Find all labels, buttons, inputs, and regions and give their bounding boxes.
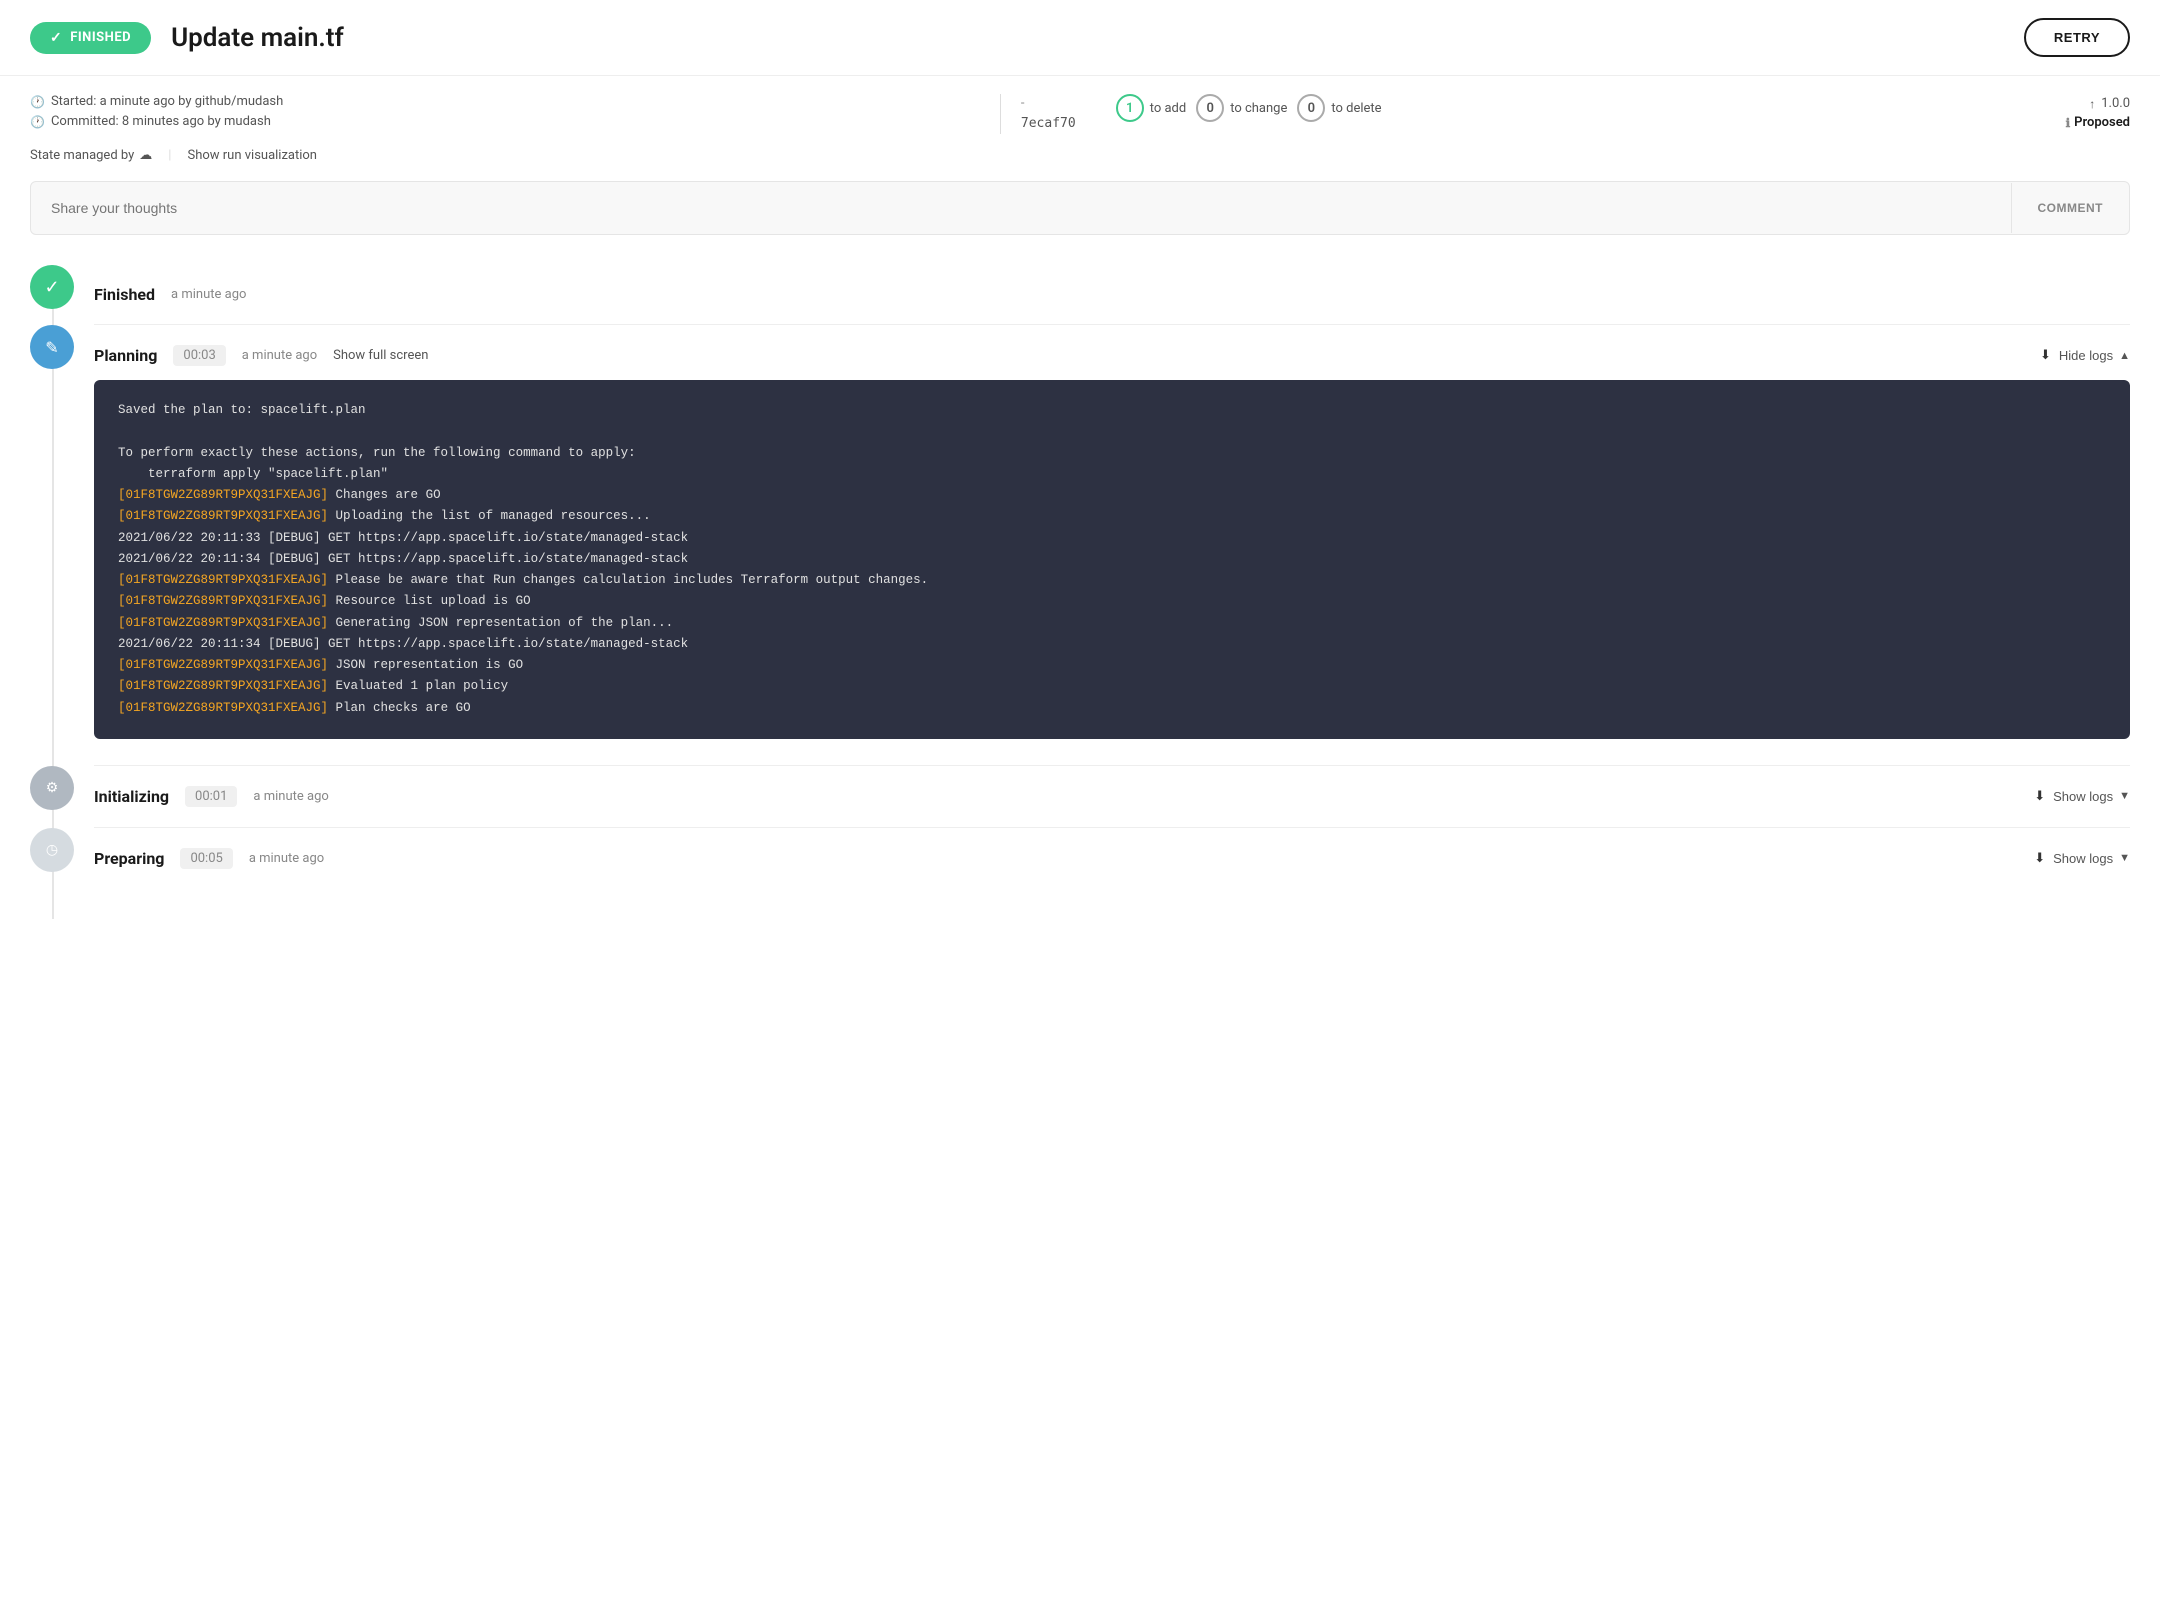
add-count: 1 (1116, 94, 1144, 122)
info-icon: ℹ (2066, 116, 2071, 130)
delete-count: 0 (1297, 94, 1325, 122)
clock-icon-2: 🕐 (30, 115, 45, 129)
viz-label: Show run visualization (187, 148, 317, 163)
comment-section: COMMENT (0, 181, 2160, 265)
initializing-header: Initializing 00:01 a minute ago ⬇ Show l… (94, 776, 2130, 817)
initializing-time: a minute ago (253, 789, 328, 804)
comment-input[interactable] (31, 182, 2011, 234)
planning-content: Planning 00:03 a minute ago Show full sc… (94, 325, 2130, 765)
preparing-time: a minute ago (249, 851, 324, 866)
state-row: State managed by ☁ | Show run visualizat… (0, 144, 2160, 181)
header: ✓ FINISHED Update main.tf RETRY (0, 0, 2160, 76)
preparing-circle: ◷ (30, 828, 74, 872)
finished-circle: ✓ (30, 265, 74, 309)
timeline: ✓ Finished a minute ago ✎ Planning 00:03… (0, 265, 2160, 919)
timeline-item-initializing: ⚙ Initializing 00:01 a minute ago ⬇ Show… (0, 766, 2160, 827)
state-managed-link[interactable]: State managed by ☁ (30, 148, 152, 163)
change-label: to change (1230, 101, 1287, 116)
finished-name: Finished (94, 285, 155, 304)
meta-dash: - (1021, 96, 1076, 111)
download-icon-3: ⬇ (2034, 851, 2045, 866)
change-count: 0 (1196, 94, 1224, 122)
preparing-duration: 00:05 (180, 848, 232, 869)
meta-right: ↑ 1.0.0 ℹ Proposed (2066, 94, 2130, 130)
download-icon: ⬇ (2040, 348, 2051, 363)
planning-circle: ✎ (30, 325, 74, 369)
meta-section: 🕐 Started: a minute ago by github/mudash… (0, 76, 2160, 144)
show-logs-button-preparing[interactable]: Show logs ▼ (2053, 851, 2130, 866)
preparing-header: Preparing 00:05 a minute ago ⬇ Show logs… (94, 838, 2130, 879)
retry-button[interactable]: RETRY (2024, 18, 2130, 57)
clock-icon-1: 🕐 (30, 95, 45, 109)
planning-header-right: ⬇ Hide logs ▲ (2040, 348, 2130, 363)
chevron-down-icon-3: ▼ (2119, 852, 2130, 864)
show-visualization-link[interactable]: Show run visualization (187, 148, 317, 163)
initializing-content: Initializing 00:01 a minute ago ⬇ Show l… (94, 766, 2130, 827)
chevron-up-icon: ▲ (2119, 350, 2130, 362)
finished-header: Finished a minute ago (94, 275, 2130, 314)
initializing-header-right: ⬇ Show logs ▼ (2034, 789, 2130, 804)
status-badge: ✓ FINISHED (30, 22, 151, 54)
timeline-item-finished: ✓ Finished a minute ago (0, 265, 2160, 324)
planning-time: a minute ago (242, 348, 317, 363)
finished-time: a minute ago (171, 287, 246, 302)
planning-duration: 00:03 (173, 345, 225, 366)
initializing-duration: 00:01 (185, 786, 237, 807)
preparing-content: Preparing 00:05 a minute ago ⬇ Show logs… (94, 828, 2130, 889)
page-title: Update main.tf (171, 23, 2004, 53)
log-terminal: Saved the plan to: spacelift.plan To per… (94, 380, 2130, 739)
changes-row: 1 to add 0 to change 0 to delete (1076, 94, 2066, 122)
comment-button[interactable]: COMMENT (2011, 183, 2130, 233)
add-label: to add (1150, 101, 1187, 116)
change-badge: 0 to change (1196, 94, 1287, 122)
committed-text: Committed: 8 minutes ago by mudash (51, 114, 271, 129)
add-badge: 1 to add (1116, 94, 1187, 122)
started-text: Started: a minute ago by github/mudash (51, 94, 283, 109)
cloud-icon: ☁ (139, 148, 152, 163)
show-logs-label-preparing: Show logs (2053, 851, 2113, 866)
meta-separator (1000, 94, 1001, 134)
meta-center: - 7ecaf70 (1021, 94, 1076, 131)
version-info: ↑ 1.0.0 (2089, 96, 2130, 111)
show-logs-button-initializing[interactable]: Show logs ▼ (2053, 789, 2130, 804)
timeline-item-preparing: ◷ Preparing 00:05 a minute ago ⬇ Show lo… (0, 828, 2160, 889)
version-icon: ↑ (2089, 97, 2095, 111)
started-row: 🕐 Started: a minute ago by github/mudash (30, 94, 980, 109)
show-fullscreen-link[interactable]: Show full screen (333, 348, 428, 363)
initializing-name: Initializing (94, 787, 169, 806)
finished-content: Finished a minute ago (94, 265, 2130, 324)
chevron-down-icon-2: ▼ (2119, 790, 2130, 802)
hide-logs-button[interactable]: Hide logs ▲ (2059, 348, 2130, 363)
state-managed-label: State managed by (30, 148, 134, 163)
commit-hash: 7ecaf70 (1021, 116, 1076, 131)
download-icon-2: ⬇ (2034, 789, 2045, 804)
proposed-text: Proposed (2074, 115, 2130, 130)
comment-box: COMMENT (30, 181, 2130, 235)
preparing-header-right: ⬇ Show logs ▼ (2034, 851, 2130, 866)
planning-header: Planning 00:03 a minute ago Show full sc… (94, 335, 2130, 376)
delete-label: to delete (1331, 101, 1381, 116)
check-icon: ✓ (50, 30, 62, 46)
initializing-circle: ⚙ (30, 766, 74, 810)
dot-separator: | (168, 148, 171, 163)
delete-badge: 0 to delete (1297, 94, 1381, 122)
timeline-item-planning: ✎ Planning 00:03 a minute ago Show full … (0, 325, 2160, 765)
hide-logs-label: Hide logs (2059, 348, 2113, 363)
committed-row: 🕐 Committed: 8 minutes ago by mudash (30, 114, 980, 129)
version-text: 1.0.0 (2101, 96, 2130, 111)
meta-left: 🕐 Started: a minute ago by github/mudash… (30, 94, 980, 134)
planning-name: Planning (94, 346, 157, 365)
preparing-name: Preparing (94, 849, 164, 868)
show-logs-label-initializing: Show logs (2053, 789, 2113, 804)
proposed-info: ℹ Proposed (2066, 115, 2130, 130)
